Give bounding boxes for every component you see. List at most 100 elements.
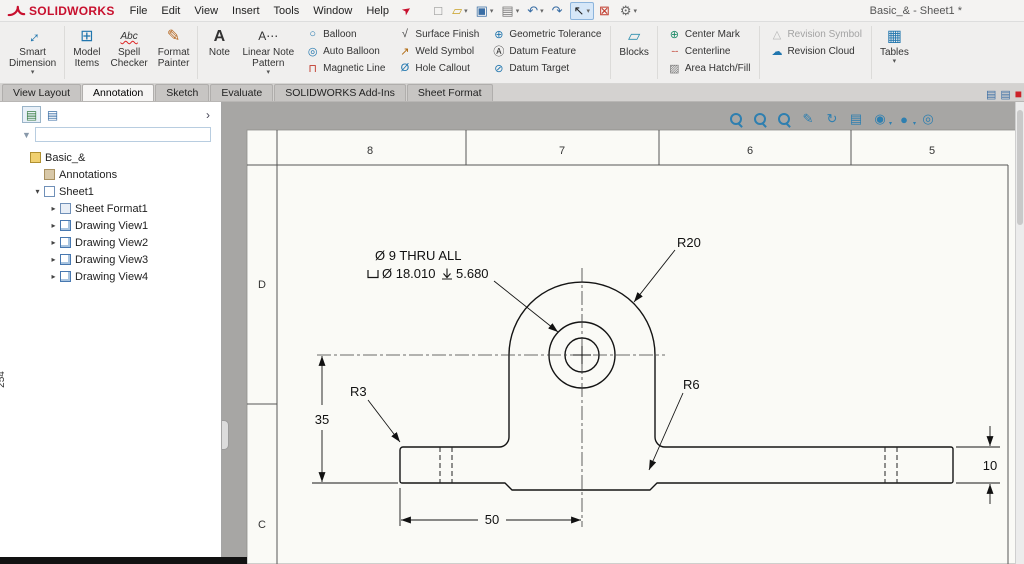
zoom-to-area-button[interactable] [751, 110, 769, 128]
note-button[interactable]: A Note [201, 23, 237, 82]
revision-cloud-button[interactable]: ☁ Revision Cloud [766, 43, 864, 59]
undo-button[interactable]: ↶ ▾ [524, 2, 546, 20]
open-button[interactable]: ▱ ▾ [449, 2, 471, 20]
tree-item-drawing-view3[interactable]: ▸ Drawing View3 [14, 251, 221, 268]
hide-show-items-button[interactable]: ◉ ▾ [871, 110, 889, 128]
center-mark-button[interactable]: ⊕ Center Mark [664, 26, 754, 42]
rebuild-button[interactable]: ⊠ [596, 2, 615, 20]
area-hatch-button[interactable]: ▨ Area Hatch/Fill [664, 60, 754, 76]
balloon-button[interactable]: ○ Balloon [302, 26, 388, 42]
tab[interactable]: Annotation [82, 84, 154, 101]
model-items-button[interactable]: ⊞ Model Items [68, 23, 105, 82]
zone-col-6: 6 [747, 145, 753, 157]
tab[interactable]: View Layout [2, 84, 81, 101]
menu-list: File Edit View Insert Tools Window Help [123, 3, 396, 19]
smart-dimension-button[interactable]: ↔ Smart Dimension ▾ [4, 23, 61, 82]
tree-item-icon [60, 271, 71, 282]
menu-item[interactable]: Edit [154, 3, 187, 19]
menu-item[interactable]: Tools [267, 3, 307, 19]
tree-item-drawing-view2[interactable]: ▸ Drawing View2 [14, 234, 221, 251]
new-document-button[interactable]: □ [431, 2, 447, 20]
menu-item[interactable]: File [123, 3, 155, 19]
dock-panel-icon[interactable]: ▤ [986, 88, 996, 101]
expand-arrow-icon[interactable]: ▸ [48, 238, 59, 247]
redo-button[interactable]: ↷ [549, 2, 568, 20]
save-button[interactable]: ▣ ▾ [473, 2, 497, 20]
zoom-to-fit-button[interactable] [727, 110, 745, 128]
spell-checker-button[interactable]: Abc Spell Checker [106, 23, 153, 82]
auto-balloon-button[interactable]: ◎ Auto Balloon [302, 43, 388, 59]
expand-arrow-icon[interactable]: ▾ [32, 187, 43, 196]
dim-10-text[interactable]: 10 [983, 458, 997, 473]
scrollbar-thumb[interactable] [1017, 110, 1023, 225]
geometric-tolerance-button[interactable]: ⊕ Geometric Tolerance [488, 26, 604, 42]
dim-r3-text[interactable]: R3 [350, 384, 367, 399]
menu-item[interactable]: Help [359, 3, 396, 19]
menu-item[interactable]: Insert [225, 3, 267, 19]
hole-callout-cbore-dia[interactable]: Ø 18.010 [382, 266, 436, 281]
tables-label: Tables [880, 47, 909, 58]
property-manager-tab[interactable]: ▤ [43, 106, 62, 123]
centerline-button[interactable]: -·- Centerline [664, 43, 754, 59]
tab[interactable]: Sketch [155, 84, 209, 101]
surface-finish-icon: √ [397, 28, 412, 40]
sheet-properties-button[interactable]: ▤ [847, 110, 865, 128]
drawing-area[interactable]: 8 7 6 5 D C [222, 102, 1024, 564]
datum-target-button[interactable]: ⊘ Datum Target [488, 60, 604, 76]
select-button[interactable]: ↖ ▾ [570, 2, 594, 20]
menu-item[interactable]: View [187, 3, 225, 19]
tree-item-sheet-format1[interactable]: ▸ Sheet Format1 [14, 200, 221, 217]
tab[interactable]: Evaluate [210, 84, 273, 101]
expand-arrow-icon[interactable]: ▸ [48, 221, 59, 230]
datum-feature-button[interactable]: Ⓐ Datum Feature [488, 43, 604, 59]
panel-collapse-arrow[interactable]: › [201, 108, 215, 122]
view-settings-button[interactable]: ● ▾ [895, 110, 913, 128]
surface-finish-button[interactable]: √ Surface Finish [394, 26, 482, 42]
vertical-scrollbar[interactable] [1015, 102, 1024, 564]
magnetic-line-button[interactable]: ⊓ Magnetic Line [302, 60, 388, 76]
dim-r6-text[interactable]: R6 [683, 377, 700, 392]
feature-tree: Basic_& Annotations ▾ Sheet1 [14, 147, 221, 285]
tree-item-annotations[interactable]: Annotations [14, 166, 221, 183]
dim-r20-text[interactable]: R20 [677, 235, 701, 250]
record-indicator-icon[interactable]: ■ [1015, 87, 1022, 101]
dim-50-text[interactable]: 50 [485, 512, 499, 527]
feature-tree-tab[interactable]: ▤ [22, 106, 41, 123]
hole-callout-cbore-depth[interactable]: 5.680 [456, 266, 489, 281]
finish-column: √ Surface Finish ↗ Weld Symbol Ø Hole Ca… [391, 23, 485, 82]
flyout-pin-icon[interactable]: ➤ [399, 3, 414, 19]
datum-target-icon: ⊘ [491, 62, 506, 75]
3d-drawing-view-button[interactable]: ✎ [799, 110, 817, 128]
options-button[interactable]: ⚙ ▾ [617, 2, 640, 20]
revision-symbol-button[interactable]: △ Revision Symbol [766, 26, 864, 42]
menu-item[interactable]: Window [306, 3, 359, 19]
hole-callout-line1[interactable]: Ø 9 THRU ALL [375, 248, 461, 263]
tree-item-drawing-view1[interactable]: ▸ Drawing View1 [14, 217, 221, 234]
blocks-icon: ▱ [628, 26, 640, 47]
panel-splitter-handle[interactable] [222, 420, 229, 450]
filter-input[interactable] [35, 127, 211, 142]
layout-panel-icon[interactable]: ▤ [1000, 88, 1010, 101]
weld-symbol-button[interactable]: ↗ Weld Symbol [394, 43, 482, 59]
drawing-canvas[interactable]: 8 7 6 5 D C [222, 102, 1024, 564]
tree-item-sheet1[interactable]: ▾ Sheet1 [14, 183, 221, 200]
print-button[interactable]: ▤ ▾ [498, 2, 522, 20]
tab[interactable]: Sheet Format [407, 84, 493, 101]
linear-note-pattern-button[interactable]: A⋯ Linear Note Pattern ▾ [237, 23, 299, 82]
tables-button[interactable]: ▦ Tables ▾ [875, 23, 914, 82]
format-painter-button[interactable]: ✎ Format Painter [153, 23, 195, 82]
hole-callout-button[interactable]: Ø Hole Callout [394, 60, 482, 76]
previous-view-button[interactable] [775, 110, 793, 128]
dim-35-text[interactable]: 35 [315, 412, 329, 427]
command-manager-ribbon: ↔ Smart Dimension ▾ ⊞ Model Items Abc Sp… [0, 22, 1024, 84]
rotate-view-button[interactable]: ↻ [823, 110, 841, 128]
tab[interactable]: SOLIDWORKS Add-Ins [274, 84, 406, 101]
tree-item-drawing-view4[interactable]: ▸ Drawing View4 [14, 268, 221, 285]
pan-button[interactable]: ◎ [919, 110, 937, 128]
expand-arrow-icon[interactable]: ▸ [48, 204, 59, 213]
tree-item-root[interactable]: Basic_& [14, 149, 221, 166]
expand-arrow-icon[interactable]: ▸ [48, 255, 59, 264]
drawing-sheet[interactable] [247, 130, 1024, 564]
blocks-button[interactable]: ▱ Blocks [614, 23, 653, 82]
expand-arrow-icon[interactable]: ▸ [48, 272, 59, 281]
